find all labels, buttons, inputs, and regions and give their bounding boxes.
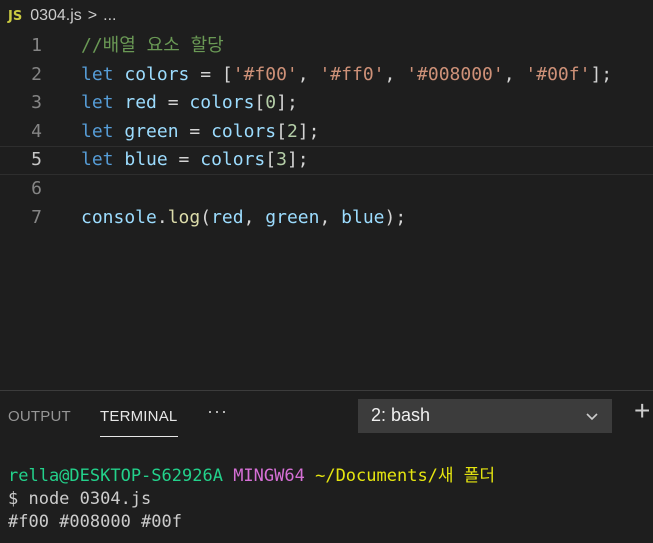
code-token: let bbox=[81, 92, 114, 114]
code-token: [ bbox=[254, 92, 266, 114]
code-line[interactable]: 7 console.log(red, green, blue); bbox=[0, 204, 653, 233]
tab-output[interactable]: OUTPUT bbox=[8, 408, 71, 425]
line-number: 4 bbox=[31, 120, 42, 142]
code-token: colors bbox=[189, 92, 255, 114]
bottom-panel: OUTPUT TERMINAL ··· 2: bash + rella@DESK… bbox=[0, 390, 653, 543]
code-token: , bbox=[319, 206, 342, 228]
code-token: red bbox=[124, 92, 157, 114]
plus-icon[interactable]: + bbox=[634, 397, 650, 425]
code-token: ]; bbox=[276, 92, 298, 114]
active-tab-indicator bbox=[100, 436, 178, 437]
terminal-prompt-path: ~/Documents/새 폴더 bbox=[315, 466, 496, 486]
terminal-command: $ node 0304.js bbox=[8, 489, 152, 509]
code-token: blue bbox=[124, 149, 168, 171]
panel-tabs: OUTPUT TERMINAL ··· 2: bash + bbox=[0, 391, 653, 441]
ellipsis-icon[interactable]: ··· bbox=[207, 401, 228, 422]
code-token: ]; bbox=[297, 120, 320, 142]
breadcrumb-file-name[interactable]: 0304.js bbox=[30, 7, 82, 25]
code-token: 2 bbox=[286, 120, 298, 142]
line-number: 3 bbox=[31, 92, 42, 114]
line-code: let red = colors[0]; bbox=[81, 89, 298, 118]
code-token: , bbox=[243, 206, 266, 228]
code-line[interactable]: 5 let blue = colors[3]; bbox=[0, 146, 653, 175]
line-code: let blue = colors[3]; bbox=[81, 147, 309, 174]
code-token: = [ bbox=[189, 63, 233, 85]
code-token: '#008000' bbox=[406, 63, 504, 85]
chevron-right-icon: > bbox=[87, 7, 98, 24]
code-line[interactable]: 3 let red = colors[0]; bbox=[0, 89, 653, 118]
line-number: 6 bbox=[31, 177, 42, 199]
terminal-prompt-system: MINGW64 bbox=[233, 466, 305, 486]
tab-terminal[interactable]: TERMINAL bbox=[100, 408, 177, 425]
code-token: = bbox=[167, 149, 201, 171]
line-number: 2 bbox=[31, 63, 42, 85]
code-line[interactable]: 1 //배열 요소 할당 bbox=[0, 32, 653, 61]
code-token: green bbox=[265, 206, 320, 228]
code-token: [ bbox=[276, 120, 287, 142]
code-editor[interactable]: 1//배열 요소 할당 2 let colors = ['#f00', '#ff0'… bbox=[0, 32, 653, 232]
code-token: //배열 요소 할당 bbox=[81, 35, 224, 56]
code-token: blue bbox=[341, 206, 385, 228]
code-token: ); bbox=[384, 206, 407, 228]
code-token: let bbox=[81, 149, 114, 171]
code-token: = bbox=[156, 92, 190, 114]
line-number: 7 bbox=[31, 206, 42, 228]
code-token: red bbox=[211, 206, 244, 228]
code-token: green bbox=[124, 120, 179, 142]
code-token: '#ff0' bbox=[319, 63, 385, 85]
breadcrumb-more[interactable]: ... bbox=[103, 7, 116, 25]
code-token: 0 bbox=[265, 92, 277, 114]
code-token: . bbox=[156, 206, 168, 228]
code-token: colors bbox=[211, 120, 277, 142]
code-token: '#f00' bbox=[232, 63, 298, 85]
terminal-select-value: 2: bash bbox=[371, 405, 431, 425]
code-token: let bbox=[81, 63, 114, 85]
line-number: 1 bbox=[31, 35, 42, 56]
line-code: console.log(red, green, blue); bbox=[81, 204, 406, 233]
line-code: let green = colors[2]; bbox=[81, 118, 319, 147]
code-token: = bbox=[178, 120, 212, 142]
code-token: colors bbox=[124, 63, 190, 85]
code-line[interactable]: 2 let colors = ['#f00', '#ff0', '#008000'… bbox=[0, 61, 653, 90]
code-token: colors bbox=[200, 149, 266, 171]
code-token: ]; bbox=[286, 149, 309, 171]
code-line[interactable]: 6 bbox=[0, 175, 653, 204]
code-token: '#00f' bbox=[525, 63, 591, 85]
code-line[interactable]: 4 let green = colors[2]; bbox=[0, 118, 653, 147]
breadcrumb: JS 0304.js > ... bbox=[0, 0, 653, 32]
code-token: let bbox=[81, 120, 114, 142]
code-token: ]; bbox=[590, 63, 613, 85]
line-code: //배열 요소 할당 bbox=[81, 32, 224, 61]
chevron-down-icon bbox=[586, 413, 598, 421]
terminal-result: #f00 #008000 #00f bbox=[8, 512, 182, 532]
line-code: let colors = ['#f00', '#ff0', '#008000',… bbox=[81, 61, 612, 90]
terminal-select[interactable]: 2: bash bbox=[358, 399, 612, 433]
terminal-output[interactable]: rella@DESKTOP-S62926A MINGW64 ~/Document… bbox=[8, 465, 495, 534]
code-token: , bbox=[297, 63, 320, 85]
code-token: [ bbox=[265, 149, 277, 171]
javascript-file-icon: JS bbox=[8, 8, 23, 24]
code-token: ( bbox=[200, 206, 212, 228]
code-token: log bbox=[167, 206, 201, 228]
code-token: , bbox=[384, 63, 407, 85]
line-number: 5 bbox=[31, 149, 42, 171]
terminal-prompt-user: rella@DESKTOP-S62926A bbox=[8, 466, 223, 486]
code-token: console bbox=[81, 206, 157, 228]
code-token: , bbox=[503, 63, 526, 85]
code-token: 3 bbox=[276, 149, 287, 171]
